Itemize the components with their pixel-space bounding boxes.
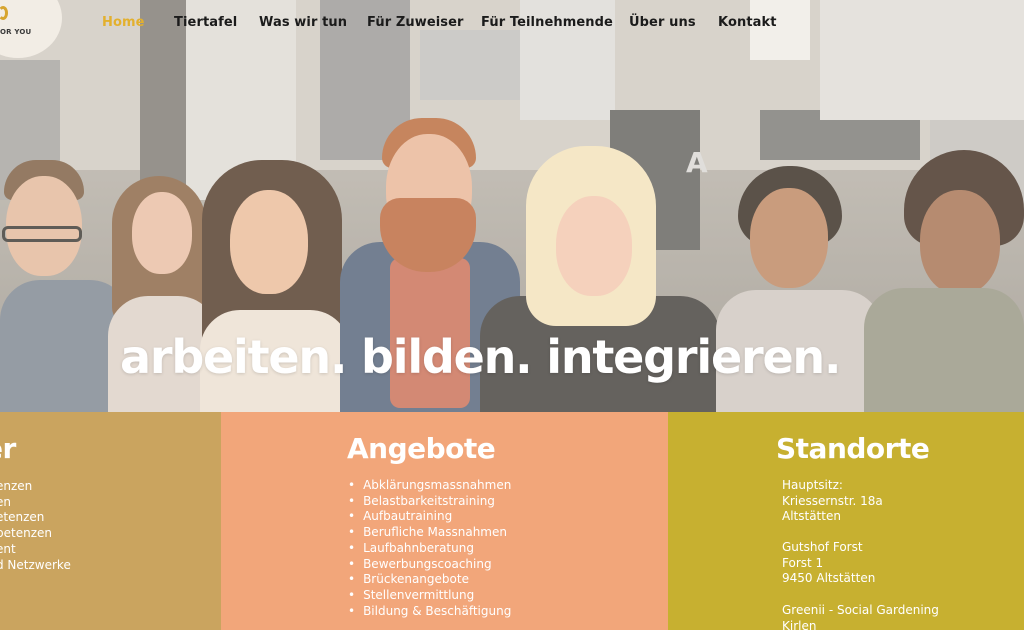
list-item: Stellenvermittlung [348,588,511,604]
location-block: Greenii - Social Gardening Kirlen [782,603,939,630]
hero-image: A arbeiten. bilden. integrieren. [0,0,1024,412]
location-line: Forst 1 [782,555,824,570]
nav-item-ueber-uns[interactable]: Über uns [629,15,696,30]
location-line: Gutshof Forst [782,540,863,554]
list-item: d Netzwerke [0,557,71,572]
list-item: petenzen [0,526,52,541]
list-item: Berufliche Massnahmen [348,525,511,541]
location-line: Greenii - Social Gardening [782,603,939,617]
list-item: Belastbarkeitstraining [348,494,511,510]
list-item: Bildung & Beschäftigung [348,604,511,620]
list-item: Laufbahnberatung [348,541,511,557]
list-item: etenzen [0,510,45,525]
standorte-column: Standorte Hauptsitz: Kriessernstr. 18a A… [668,412,1024,630]
location-line: Altstätten [782,509,841,524]
angebote-title: Angebote [347,432,496,465]
column-title: er [0,432,16,465]
list-item: en [0,494,11,509]
competences-column: er enzen en etenzen petenzen ent d Netzw… [0,412,221,630]
nav-item-kontakt[interactable]: Kontakt [718,15,777,30]
list-item: Brückenangebote [348,572,511,588]
angebote-column: Angebote Abklärungsmassnahmen Belastbark… [221,412,668,630]
list-item: Aufbautraining [348,509,511,525]
location-block: Hauptsitz: Kriessernstr. 18a Altstätten [782,478,883,525]
standorte-title: Standorte [776,432,930,465]
location-block: Gutshof Forst Forst 1 9450 Altstätten [782,540,875,587]
nav-item-fuer-teilnehmende[interactable]: Für Teilnehmende [481,15,613,30]
nav-item-tiertafel[interactable]: Tiertafel [174,15,237,30]
angebote-list: Abklärungsmassnahmen Belastbarkeitstrain… [348,478,511,619]
list-item: ent [0,541,16,556]
nav-item-fuer-zuweiser[interactable]: Für Zuweiser [367,15,464,30]
list-item: Bewerbungscoaching [348,557,511,573]
hero-headline: arbeiten. bilden. integrieren. [120,330,841,384]
list-item: enzen [0,479,33,493]
nav-item-home[interactable]: Home [102,15,145,30]
nav-item-was-wir-tun[interactable]: Was wir tun [259,15,347,30]
main-navigation: Home Tiertafel Was wir tun Für Zuweiser … [0,15,1024,35]
location-line: Hauptsitz: [782,478,843,492]
location-line: Kirlen [782,618,817,630]
list-item: Abklärungsmassnahmen [348,478,511,494]
location-line: Kriessernstr. 18a [782,493,883,508]
competences-list: enzen en etenzen petenzen ent d Netzwerk… [0,479,71,573]
location-line: 9450 Altstätten [782,571,876,586]
